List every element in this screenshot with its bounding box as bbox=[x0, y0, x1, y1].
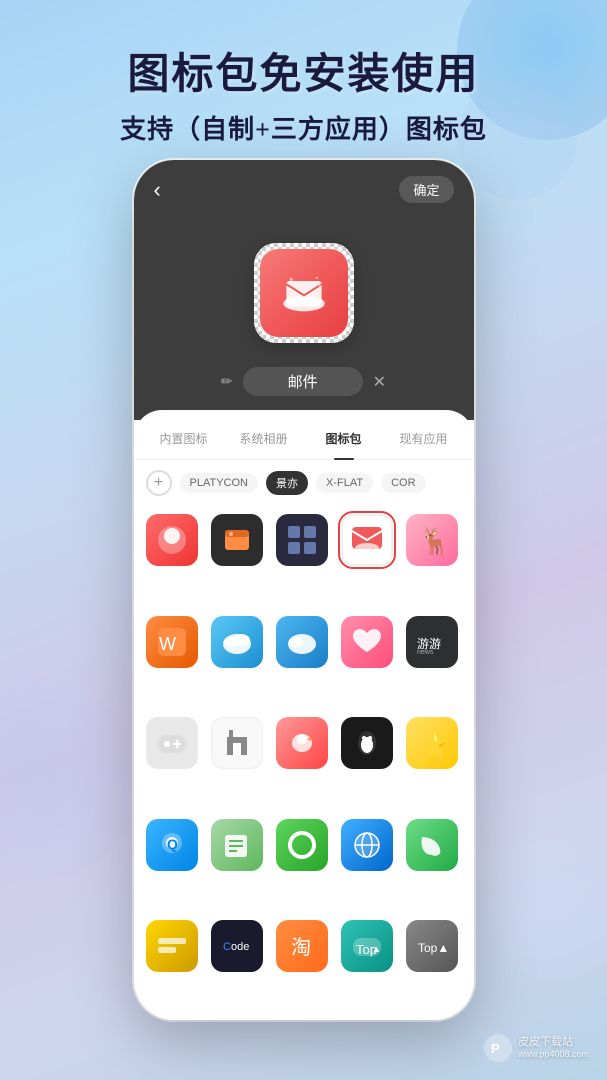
grid-icon-2[interactable] bbox=[211, 514, 263, 566]
header-section: 图标包免安装使用 支持（自制+三方应用）图标包 bbox=[0, 0, 607, 146]
grid-icon-12[interactable] bbox=[211, 717, 263, 769]
tab-existing[interactable]: 现有应用 bbox=[384, 426, 464, 451]
filter-row: + PLATYCON 景亦 X-FLAT COR bbox=[134, 460, 474, 506]
grid-icon-14[interactable] bbox=[341, 717, 393, 769]
icon-preview-wrapper bbox=[254, 243, 354, 343]
sub-title: 支持（自制+三方应用）图标包 bbox=[0, 109, 607, 146]
grid-icon-7[interactable] bbox=[211, 616, 263, 668]
grid-icon-20[interactable] bbox=[406, 819, 458, 871]
grid-icon-18[interactable] bbox=[276, 819, 328, 871]
svg-text:⭐: ⭐ bbox=[419, 731, 449, 759]
confirm-button[interactable]: 确定 bbox=[399, 176, 453, 203]
icon-preview-area bbox=[134, 223, 474, 367]
grid-icon-15[interactable]: ⭐ bbox=[406, 717, 458, 769]
svg-text:淘: 淘 bbox=[291, 936, 311, 959]
grid-icon-9[interactable] bbox=[341, 616, 393, 668]
svg-text:▲: ▲ bbox=[372, 944, 381, 954]
phone-mockup: ‹ 确定 bbox=[134, 160, 474, 1020]
watermark-logo: P bbox=[484, 1034, 512, 1062]
bottom-section: 内置图标 系统相册 图标包 现有应用 + PLATYCON 景亦 X-FLAT … bbox=[134, 410, 474, 1020]
grid-icon-1[interactable] bbox=[146, 514, 198, 566]
grid-icon-22[interactable]: Code bbox=[211, 920, 263, 972]
watermark-url: www.pp4008.com bbox=[518, 1049, 589, 1060]
grid-icon-8[interactable] bbox=[276, 616, 328, 668]
bg-decoration-3 bbox=[0, 680, 140, 880]
grid-icon-5[interactable]: 🦌 bbox=[406, 514, 458, 566]
icons-grid: 🦌 W 游游news bbox=[134, 506, 474, 1020]
tab-album[interactable]: 系统相册 bbox=[224, 426, 304, 451]
filter-platycon[interactable]: PLATYCON bbox=[180, 473, 258, 493]
svg-text:Q: Q bbox=[167, 836, 178, 852]
filter-cor[interactable]: COR bbox=[381, 473, 425, 493]
tab-bar: 内置图标 系统相册 图标包 现有应用 bbox=[134, 410, 474, 460]
svg-text:Top▲: Top▲ bbox=[418, 941, 449, 955]
main-title: 图标包免安装使用 bbox=[0, 40, 607, 101]
icon-preview-inner bbox=[260, 249, 348, 337]
svg-text:C: C bbox=[223, 941, 231, 953]
grid-icon-19[interactable] bbox=[341, 819, 393, 871]
watermark: P 皮皮下载站 www.pp4008.com bbox=[484, 1034, 589, 1062]
grid-icon-6[interactable]: W bbox=[146, 616, 198, 668]
filter-jingyi[interactable]: 景亦 bbox=[266, 471, 308, 495]
svg-text:🦌: 🦌 bbox=[419, 526, 450, 556]
svg-text:W: W bbox=[159, 634, 176, 654]
svg-text:news: news bbox=[417, 649, 434, 656]
grid-icon-17[interactable] bbox=[211, 819, 263, 871]
grid-icon-24[interactable]: Top▲ bbox=[341, 920, 393, 972]
phone-screen: ‹ 确定 bbox=[134, 160, 474, 1020]
clear-button[interactable]: ✕ bbox=[373, 372, 386, 392]
grid-icon-25[interactable]: Top▲ bbox=[406, 920, 458, 972]
grid-icon-23[interactable]: 淘 bbox=[276, 920, 328, 972]
grid-icon-16[interactable]: Q bbox=[146, 819, 198, 871]
grid-icon-10[interactable]: 游游news bbox=[406, 616, 458, 668]
grid-icon-11[interactable] bbox=[146, 717, 198, 769]
app-name-input[interactable] bbox=[243, 367, 363, 396]
tab-iconpack[interactable]: 图标包 bbox=[304, 426, 384, 451]
grid-icon-21[interactable] bbox=[146, 920, 198, 972]
watermark-site: 皮皮下载站 bbox=[518, 1036, 589, 1049]
edit-icon[interactable]: ✏ bbox=[221, 373, 233, 390]
mail-icon bbox=[279, 273, 329, 313]
svg-text:P: P bbox=[491, 1041, 500, 1056]
grid-icon-3[interactable] bbox=[276, 514, 328, 566]
add-pack-button[interactable]: + bbox=[146, 470, 172, 496]
filter-xflat[interactable]: X-FLAT bbox=[316, 473, 373, 493]
back-button[interactable]: ‹ bbox=[154, 177, 161, 203]
grid-icon-4-selected[interactable] bbox=[341, 514, 393, 566]
grid-icon-13[interactable] bbox=[276, 717, 328, 769]
phone-top-bar: ‹ 确定 bbox=[134, 160, 474, 223]
tab-builtin[interactable]: 内置图标 bbox=[144, 426, 224, 451]
bg-decoration-4 bbox=[487, 840, 607, 980]
svg-text:ode: ode bbox=[231, 941, 249, 953]
